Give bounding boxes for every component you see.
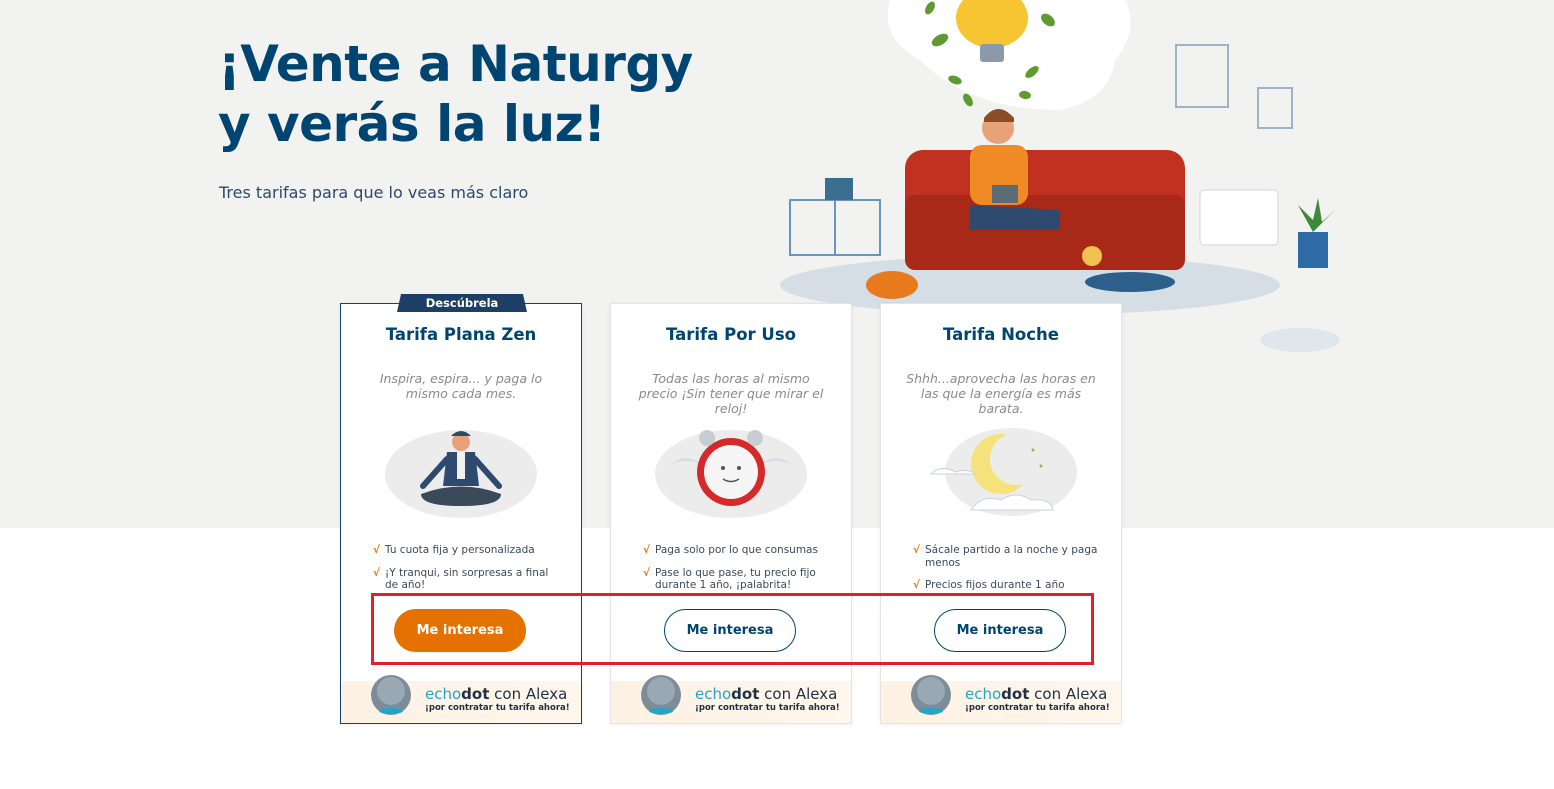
tariff-card-noche: Tarifa Noche Shhh...aprovecha las horas … [880, 303, 1122, 724]
feature-item: √ Paga solo por lo que consumas [643, 544, 818, 556]
promo-subline: ¡por contratar tu tarifa ahora! [695, 703, 840, 713]
card-title: Tarifa Plana Zen [385, 325, 537, 344]
feature-list: √ Paga solo por lo que consumas √ Pase lo … [643, 544, 833, 602]
check-icon: √ [643, 566, 651, 579]
moon-cloud-icon [929, 428, 1077, 516]
feature-item: √ Precios fijos durante 1 año [913, 579, 1065, 591]
card-description: Shhh...aprovecha las horas en las que la… [906, 371, 1096, 416]
card-title: Tarifa Por Uso [666, 325, 796, 344]
hero-title-line-1: ¡Vente a Naturgy [218, 35, 693, 93]
check-icon: √ [913, 544, 921, 556]
feature-item: √ Tu cuota fija y personalizada [373, 544, 535, 556]
hero-title-line-2: y verás la luz! [218, 95, 606, 153]
feature-list: √ Sácale partido a la noche y paga menos … [913, 544, 1103, 602]
tag-label: Descúbrela [425, 296, 499, 310]
check-icon: √ [643, 544, 651, 556]
alarm-clock-icon [655, 430, 807, 518]
check-icon: √ [373, 544, 381, 556]
tariff-card-por-uso: Tarifa Por Uso Todas las horas al mismo … [610, 303, 852, 724]
feature-item: √ ¡Y tranqui, sin sorpresas a final de añ… [373, 566, 549, 592]
card-title: Tarifa Noche [943, 325, 1059, 344]
echo-dot-promo[interactable]: echodot con Alexa ¡por contratar tu tari… [341, 675, 581, 723]
hero-subtitle: Tres tarifas para que lo veas más claro [219, 183, 529, 202]
feature-item: √ Pase lo que pase, tu precio fijo durant… [643, 566, 816, 592]
check-icon: √ [373, 566, 381, 579]
promo-headline: echodot con Alexa [965, 685, 1108, 703]
check-icon: √ [913, 579, 921, 591]
meditating-man-icon [385, 430, 537, 518]
tariff-card-plana-zen: Descúbrela Tarifa Plana Zen Inspira, esp… [340, 294, 582, 724]
feature-list: √ Tu cuota fija y personalizada √ ¡Y tranq… [373, 544, 563, 602]
promo-headline: echodot con Alexa [425, 685, 568, 703]
me-interesa-button-noche[interactable]: Me interesa [934, 609, 1066, 652]
promo-subline: ¡por contratar tu tarifa ahora! [965, 703, 1110, 713]
me-interesa-button-por-uso[interactable]: Me interesa [664, 609, 796, 652]
echo-dot-speaker-icon [911, 675, 951, 715]
echo-dot-speaker-icon [641, 675, 681, 715]
discover-tag: Descúbrela [397, 294, 527, 312]
card-description: Inspira, espira... y paga lo mismo cada … [379, 371, 543, 401]
promo-headline: echodot con Alexa [695, 685, 838, 703]
me-interesa-button-plana-zen[interactable]: Me interesa [394, 609, 526, 652]
hero-title: ¡Vente a Naturgy y verás la luz! [218, 34, 693, 154]
echo-dot-speaker-icon [371, 675, 411, 715]
echo-dot-promo[interactable]: echodot con Alexa ¡por contratar tu tari… [611, 675, 851, 723]
card-description: Todas las horas al mismo precio ¡Sin ten… [638, 371, 824, 416]
feature-item: √ Sácale partido a la noche y paga menos [913, 544, 1098, 569]
echo-dot-promo[interactable]: echodot con Alexa ¡por contratar tu tari… [881, 675, 1121, 723]
promo-subline: ¡por contratar tu tarifa ahora! [425, 703, 570, 713]
